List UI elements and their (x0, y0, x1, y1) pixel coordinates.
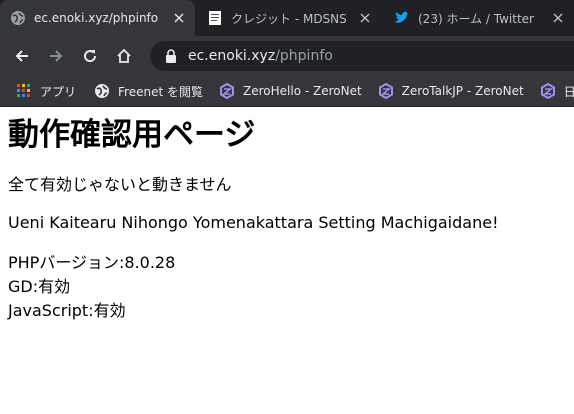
bookmark-zerotalkjp[interactable]: ZeroTalkJP - ZeroNet (378, 83, 524, 99)
bookmarks-bar: アプリ Freenet を閲覧 ZeroHello - ZeroNet Zero… (0, 76, 574, 107)
address-bar[interactable]: ec.enoki.xyz/phpinfo (150, 41, 574, 71)
tab-title: ec.enoki.xyz/phpinfo (34, 11, 159, 25)
page-content: 動作確認用ページ 全て有効じゃないと動きません Ueni Kaitearu Ni… (0, 117, 574, 323)
globe-icon (94, 83, 110, 99)
home-icon[interactable] (108, 40, 140, 72)
bookmark-apps[interactable]: アプリ (16, 83, 76, 100)
tab-title: クレジット - MDSNS Crea (231, 11, 349, 26)
bookmark-japanese-board[interactable]: 日本語掲示 (540, 83, 574, 100)
browser-toolbar: ec.enoki.xyz/phpinfo (0, 36, 574, 76)
bookmark-zerohello[interactable]: ZeroHello - ZeroNet (219, 83, 362, 99)
reload-icon[interactable] (74, 40, 106, 72)
requirement-notice: 全て有効じゃないと動きません (8, 175, 232, 194)
forward-arrow-icon[interactable] (40, 40, 72, 72)
bookmark-freenet[interactable]: Freenet を閲覧 (94, 83, 203, 100)
tab-twitter[interactable]: (23) ホーム / Twitter (384, 0, 574, 36)
page-title: 動作確認用ページ (8, 117, 256, 153)
close-tab-icon[interactable] (171, 10, 187, 26)
close-tab-icon[interactable] (550, 10, 566, 26)
lock-icon[interactable] (164, 49, 178, 63)
tab-title: (23) ホーム / Twitter (418, 11, 534, 26)
apps-grid-icon (16, 83, 32, 99)
close-tab-icon[interactable] (357, 10, 373, 26)
zeronet-icon (378, 83, 394, 99)
romaji-notice: Ueni Kaitearu Nihongo Yomenakattara Sett… (8, 213, 499, 232)
bookmark-label: ZeroHello - ZeroNet (243, 84, 362, 98)
document-icon (207, 10, 223, 26)
bookmark-label: ZeroTalkJP - ZeroNet (401, 84, 524, 98)
gd-status-line: GD:有効 (8, 277, 71, 296)
bookmark-label: 日本語掲示 (564, 83, 574, 100)
tab-credits[interactable]: クレジット - MDSNS Crea (197, 0, 381, 36)
back-arrow-icon[interactable] (6, 40, 38, 72)
bookmark-label: Freenet を閲覧 (118, 84, 203, 99)
zeronet-icon (540, 83, 556, 99)
url-host: ec.enoki.xyz (188, 48, 276, 64)
globe-icon (10, 10, 26, 26)
twitter-bird-icon (394, 10, 410, 26)
tab-phpinfo[interactable]: ec.enoki.xyz/phpinfo (0, 0, 195, 36)
tab-strip: ec.enoki.xyz/phpinfo クレジット - MDSNS Crea … (0, 0, 574, 36)
javascript-status-line: JavaScript:有効 (8, 301, 126, 320)
zeronet-icon (219, 83, 235, 99)
url-path: /phpinfo (275, 48, 333, 64)
php-version-line: PHPバージョン:8.0.28 (8, 253, 176, 272)
status-list: PHPバージョン:8.0.28 GD:有効 JavaScript:有効 (8, 251, 566, 323)
bookmark-label: アプリ (40, 84, 77, 99)
